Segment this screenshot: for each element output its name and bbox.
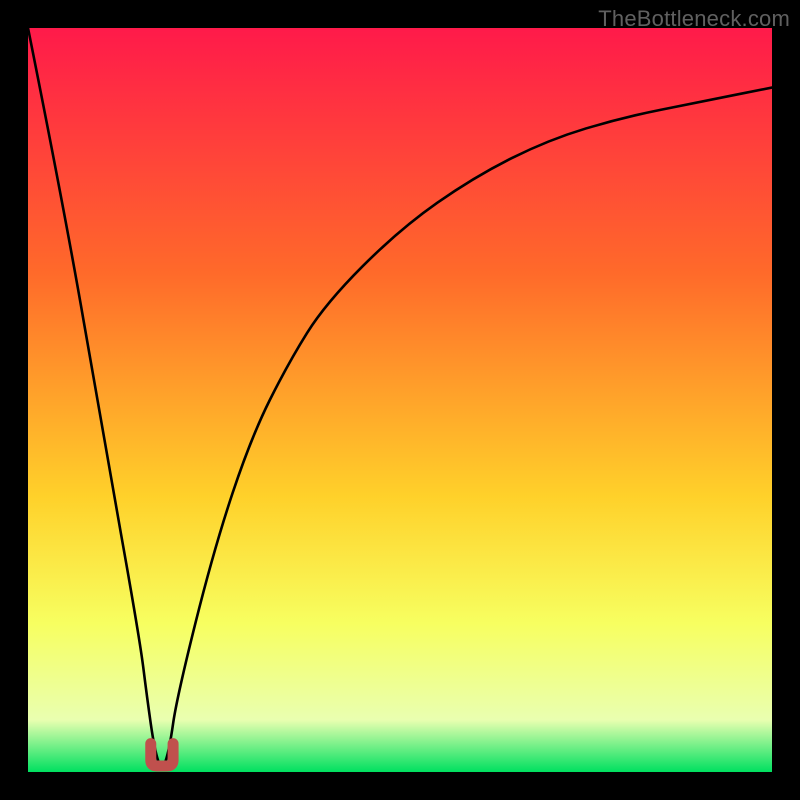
watermark-text: TheBottleneck.com [598, 6, 790, 32]
plot-area [28, 28, 772, 772]
chart-frame: TheBottleneck.com [0, 0, 800, 800]
chart-svg [28, 28, 772, 772]
gradient-background [28, 28, 772, 772]
